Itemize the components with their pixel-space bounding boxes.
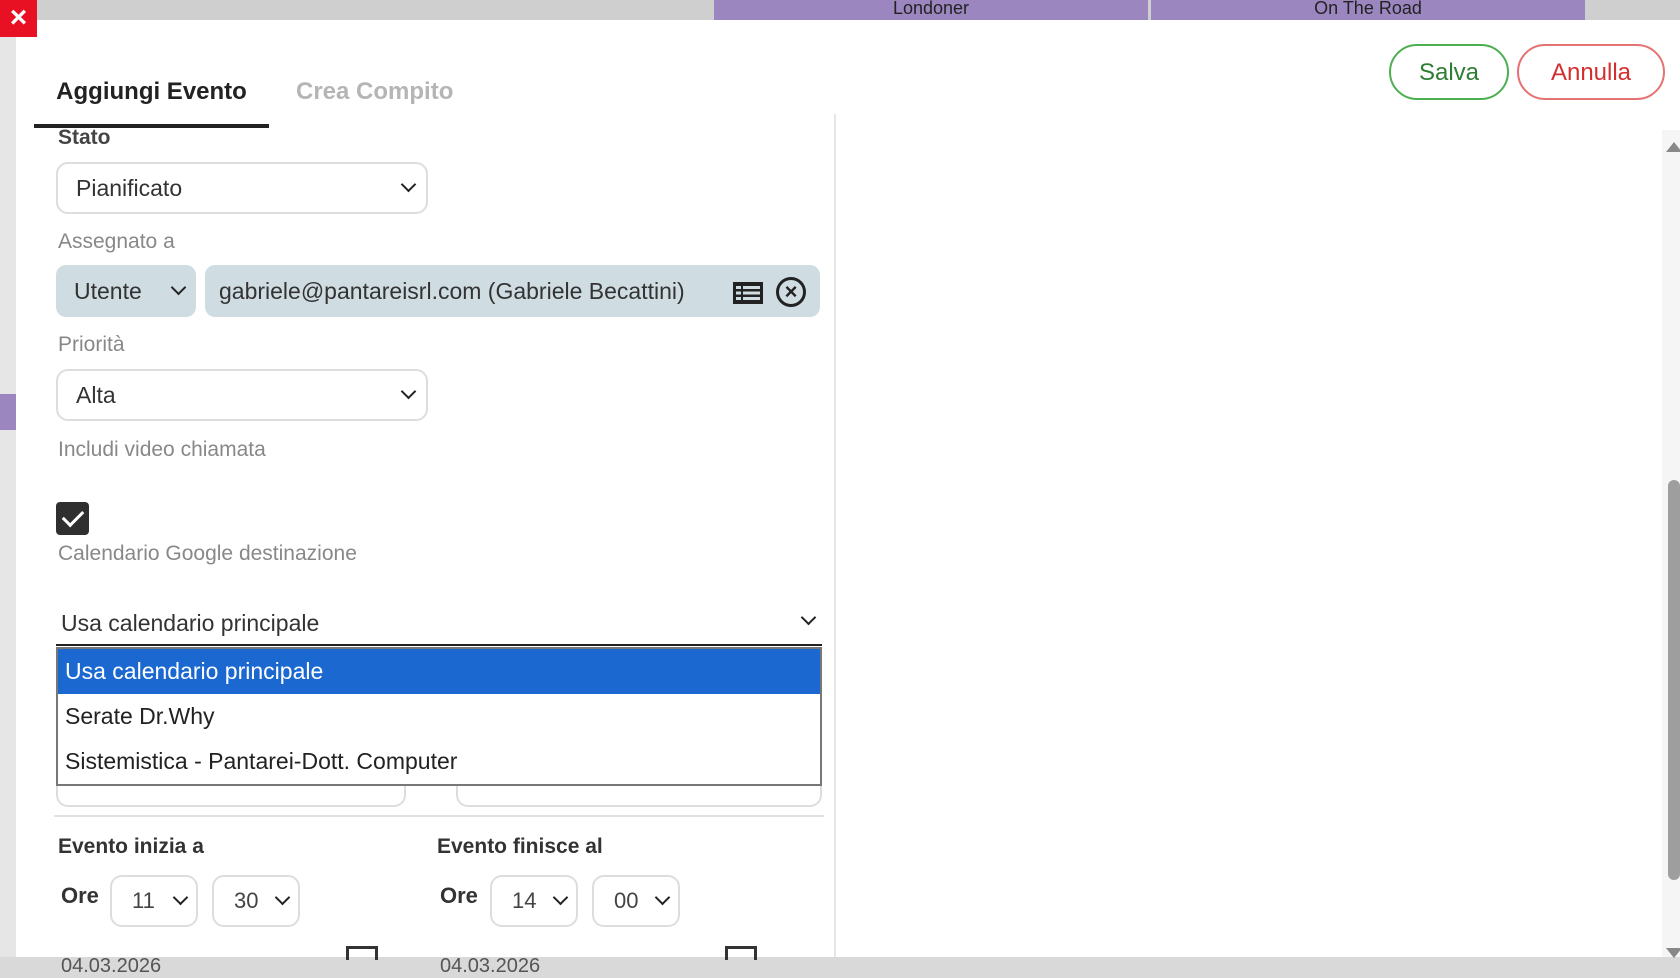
assignee-type-select[interactable]: Utente <box>56 265 196 317</box>
scroll-up-icon[interactable] <box>1666 142 1680 152</box>
cancel-button[interactable]: Annulla <box>1517 44 1665 100</box>
end-date-field[interactable]: 04.03.2026 <box>440 955 540 978</box>
chevron-down-icon <box>403 164 414 212</box>
close-icon[interactable]: × <box>0 0 37 37</box>
calendar-icon[interactable] <box>725 946 757 960</box>
start-date-field[interactable]: 04.03.2026 <box>61 955 161 978</box>
dropdown-option[interactable]: Serate Dr.Why <box>58 694 820 739</box>
video-call-checkbox[interactable] <box>56 502 89 535</box>
google-calendar-dropdown: Usa calendario principale Serate Dr.Why … <box>56 647 822 786</box>
section-divider <box>54 815 824 817</box>
start-hour-label: Ore <box>61 883 99 908</box>
chevron-down-icon <box>173 265 184 317</box>
start-label: Evento inizia a <box>58 835 204 858</box>
add-event-modal: Aggiungi Evento Crea Compito Salva Annul… <box>16 20 1680 977</box>
priority-label: Priorità <box>58 333 125 356</box>
start-minute-select[interactable]: 30 <box>212 875 300 927</box>
status-value: Pianificato <box>76 175 183 201</box>
clear-circle-icon[interactable]: × <box>776 277 806 307</box>
start-minute-value: 30 <box>234 888 259 913</box>
video-call-label: Includi video chiamata <box>58 438 266 461</box>
chevron-down-icon <box>803 598 814 644</box>
calendar-icon[interactable] <box>346 946 378 960</box>
save-button[interactable]: Salva <box>1389 44 1509 100</box>
scrollbar-thumb[interactable] <box>1668 480 1680 880</box>
assignee-type-value: Utente <box>74 278 142 304</box>
end-hour-value: 14 <box>512 888 537 913</box>
assigned-label: Assegnato a <box>58 230 175 253</box>
google-calendar-select[interactable]: Usa calendario principale <box>56 600 822 646</box>
chevron-down-icon <box>657 877 668 925</box>
end-hour-label: Ore <box>440 883 478 908</box>
google-calendar-label: Calendario Google destinazione <box>58 542 357 565</box>
calendar-event-on-the-road[interactable]: On The Road <box>1151 0 1585 20</box>
priority-value: Alta <box>76 382 116 408</box>
column-divider <box>834 114 836 957</box>
end-minute-value: 00 <box>614 888 639 913</box>
assignee-value: gabriele@pantareisrl.com (Gabriele Becat… <box>219 278 685 304</box>
dropdown-option[interactable]: Usa calendario principale <box>58 649 820 694</box>
priority-select[interactable]: Alta <box>56 369 428 421</box>
dropdown-option[interactable]: Sistemistica - Pantarei-Dott. Computer <box>58 739 820 784</box>
google-calendar-value: Usa calendario principale <box>61 610 320 636</box>
end-label: Evento finisce al <box>437 835 603 858</box>
end-minute-select[interactable]: 00 <box>592 875 680 927</box>
status-label: Stato <box>58 126 111 149</box>
start-hour-value: 11 <box>132 888 155 913</box>
calendar-event-londoner[interactable]: Londoner <box>714 0 1148 20</box>
chevron-down-icon <box>175 877 186 925</box>
list-icon[interactable] <box>733 282 763 304</box>
end-hour-select[interactable]: 14 <box>490 875 578 927</box>
start-hour-select[interactable]: 11 <box>110 875 198 927</box>
tab-add-event[interactable]: Aggiungi Evento <box>34 50 269 128</box>
tab-create-task[interactable]: Crea Compito <box>296 50 453 124</box>
chevron-down-icon <box>277 877 288 925</box>
status-select[interactable]: Pianificato <box>56 162 428 214</box>
chevron-down-icon <box>403 371 414 419</box>
chevron-down-icon <box>555 877 566 925</box>
assignee-field[interactable]: gabriele@pantareisrl.com (Gabriele Becat… <box>205 265 820 317</box>
